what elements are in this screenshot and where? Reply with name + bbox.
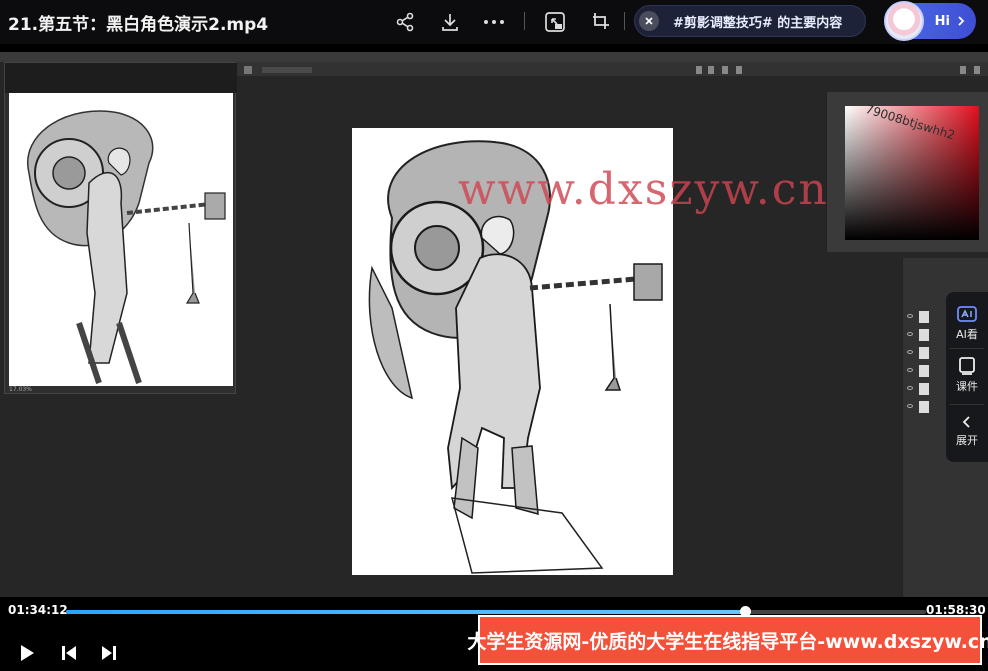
topic-tag-pill[interactable]: #剪影调整技巧# 的主要内容 — [634, 5, 866, 37]
side-tool-strip: AI看 课件 展开 — [946, 292, 988, 462]
skip-previous-icon — [62, 646, 76, 660]
fullscreen-icon[interactable] — [587, 9, 613, 35]
navigator-thumbnail — [9, 93, 233, 386]
top-bar: 21.第五节：黑白角色演示2.mp4 #剪影调整技巧# 的主要内容 Hi — [0, 0, 988, 44]
assistant-label: Hi — [934, 13, 950, 29]
more-icon[interactable] — [481, 9, 507, 35]
play-button[interactable] — [16, 642, 38, 664]
courseware-label: 课件 — [956, 380, 978, 393]
site-watermark: www.dxszyw.cn — [458, 164, 829, 215]
promo-banner: 大学生资源网-优质的大学生在线指导平台-www.dxszyw.cn — [467, 615, 988, 665]
chevron-right-icon — [958, 16, 965, 26]
previous-button[interactable] — [58, 642, 80, 664]
share-icon[interactable] — [392, 9, 418, 35]
expand-label: 展开 — [956, 434, 978, 447]
expand-left-icon — [962, 416, 970, 428]
assistant-button[interactable]: Hi — [884, 1, 976, 41]
current-time: 01:34:12 — [8, 603, 68, 617]
side-divider — [950, 348, 984, 349]
navigator-header — [5, 63, 237, 93]
toolbar-divider — [624, 12, 625, 30]
ps-menu-bar — [0, 52, 988, 62]
download-icon[interactable] — [437, 9, 463, 35]
progress-fill — [66, 610, 746, 614]
assistant-avatar — [884, 1, 924, 41]
courseware-icon — [959, 357, 975, 375]
skip-next-icon — [102, 646, 116, 660]
ai-view-label: AI看 — [956, 328, 978, 341]
expand-button[interactable]: 展开 — [946, 414, 988, 448]
picture-in-picture-icon[interactable] — [542, 9, 568, 35]
promo-banner-text: 大学生资源网-优质的大学生在线指导平台-www.dxszyw.cn — [467, 630, 988, 653]
video-frame[interactable]: 17.03% www.dxszyw.cn 79008btjswhh2 AI看 课… — [0, 52, 988, 597]
progress-bar[interactable] — [66, 606, 926, 617]
next-button[interactable] — [98, 642, 120, 664]
side-divider — [950, 404, 984, 405]
ps-options-bar — [236, 62, 988, 76]
navigator-zoom: 17.03% — [9, 386, 32, 393]
play-icon — [21, 645, 34, 661]
navigator-panel: 17.03% — [4, 62, 237, 394]
toolbar-divider — [524, 12, 525, 30]
ai-view-button[interactable]: AI看 — [946, 304, 988, 342]
topic-tag-text: #剪影调整技巧# 的主要内容 — [673, 15, 843, 31]
ai-view-icon — [957, 306, 977, 322]
video-title: 21.第五节：黑白角色演示2.mp4 — [8, 15, 269, 35]
close-icon[interactable] — [639, 11, 659, 31]
courseware-button[interactable]: 课件 — [946, 356, 988, 394]
